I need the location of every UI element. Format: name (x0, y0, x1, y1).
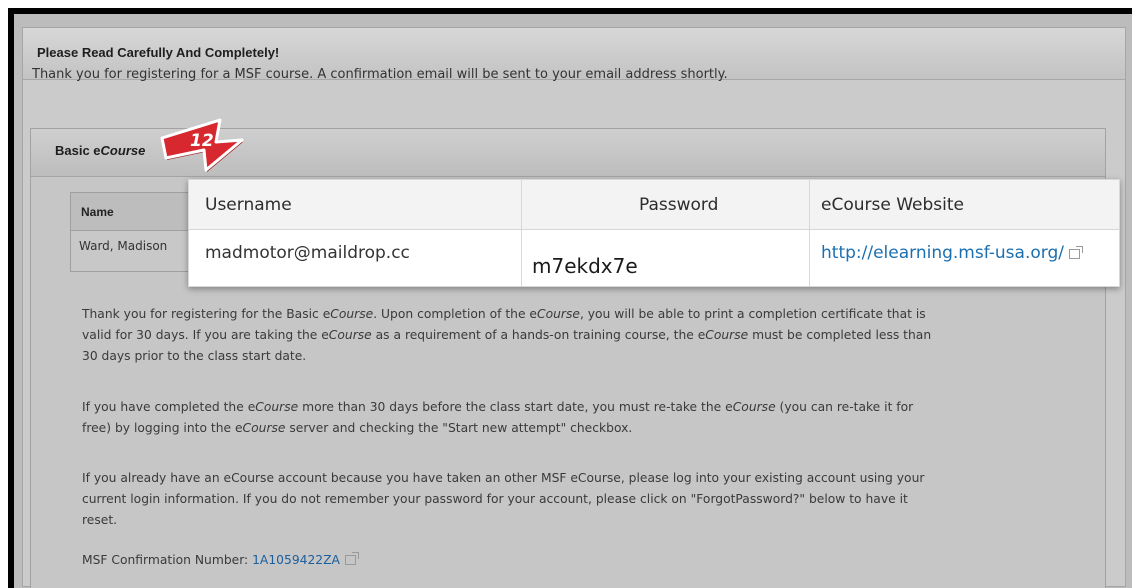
confirmation-number-row: MSF Confirmation Number: 1A1059422ZA (82, 552, 359, 567)
retake-info-paragraph: If you have completed the eCourse more t… (82, 400, 914, 435)
username-column-header: Username (205, 195, 292, 215)
confirmation-number-link[interactable]: 1A1059422ZA (252, 553, 340, 567)
external-link-icon (344, 552, 359, 565)
confirmation-label: MSF Confirmation Number: (82, 553, 253, 567)
website-column-header: eCourse Website (821, 195, 964, 215)
username-value: madmotor@maildrop.cc (205, 243, 410, 263)
password-value: m7ekdx7e (532, 254, 638, 278)
external-link-icon (1068, 246, 1083, 259)
name-column-header: Name (81, 205, 114, 219)
credentials-table: Username Password eCourse Website madmot… (188, 179, 1120, 287)
callout-number: 12 (190, 131, 214, 151)
panel-title: Please Read Carefully And Completely! (37, 45, 280, 60)
ecourse-website-link[interactable]: http://elearning.msf-usa.org/ (821, 243, 1083, 263)
column-divider (521, 180, 522, 286)
step-12-callout-icon: 12 (160, 118, 244, 172)
ecourse-info-paragraph: Thank you for registering for the Basic … (82, 307, 932, 363)
credentials-header-row: Username Password eCourse Website (189, 180, 1119, 230)
course-title: Basic eCourse (55, 143, 146, 158)
column-divider (809, 180, 810, 286)
student-name: Ward, Madison (79, 239, 168, 253)
existing-account-paragraph: If you already have an eCourse account b… (82, 471, 925, 527)
registration-thanks-text: Thank you for registering for a MSF cour… (32, 67, 728, 82)
password-column-header: Password (639, 195, 719, 215)
